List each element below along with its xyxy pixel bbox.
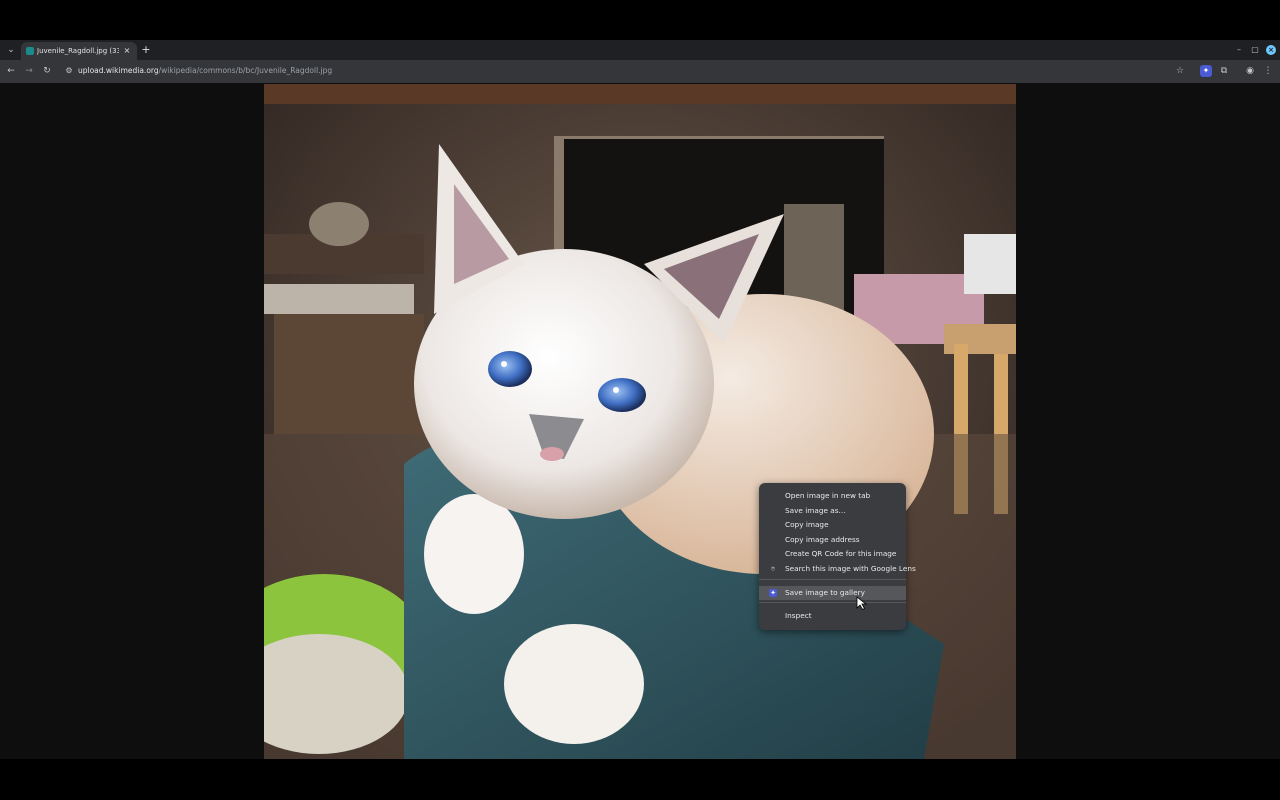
extension-gallery-icon: ✦: [769, 589, 777, 597]
site-info-tune-icon[interactable]: ⚙: [64, 66, 74, 76]
kitten-photo-drawing: [264, 84, 1016, 759]
tab-title: Juvenile_Ragdoll.jpg (3336×: [37, 47, 119, 55]
menu-item-label: Inspect: [785, 611, 812, 620]
url-path: /wikipedia/commons/b/bc/Juvenile_Ragdoll…: [158, 66, 333, 75]
bookmark-star-icon[interactable]: ☆: [1174, 65, 1186, 77]
new-tab-button[interactable]: +: [141, 43, 151, 57]
browser-toolbar: ← → ↻ ⚙ upload.wikimedia.org/wikipedia/c…: [0, 60, 1280, 83]
mouse-cursor-icon: [856, 596, 868, 610]
screen: ⌄ Juvenile_Ragdoll.jpg (3336× × + – ▢ × …: [0, 0, 1280, 800]
google-lens-icon: ⌾: [770, 565, 776, 573]
profile-icon[interactable]: ◉: [1244, 65, 1256, 77]
window-controls: – ▢ ×: [1234, 43, 1276, 57]
menu-item-copy-image[interactable]: Copy image: [759, 518, 906, 532]
forward-arrow-icon[interactable]: →: [23, 65, 35, 77]
menu-item-save-image-as[interactable]: Save image as...: [759, 504, 906, 518]
minimize-button[interactable]: –: [1234, 45, 1244, 55]
reload-icon[interactable]: ↻: [41, 65, 53, 77]
extension-gallery-icon[interactable]: ✦: [1200, 65, 1212, 77]
menu-item-label: Copy image: [785, 520, 829, 529]
tab-close-icon[interactable]: ×: [122, 45, 132, 57]
close-window-button[interactable]: ×: [1266, 45, 1276, 55]
tab-strip: ⌄ Juvenile_Ragdoll.jpg (3336× × + – ▢ ×: [0, 40, 1280, 60]
menu-item-inspect[interactable]: Inspect: [759, 609, 906, 623]
menu-separator: [759, 579, 906, 580]
kebab-menu-icon[interactable]: ⋮: [1262, 65, 1274, 77]
tab-search-chevron-down-icon[interactable]: ⌄: [4, 43, 18, 57]
extensions-puzzle-icon[interactable]: ⧉: [1218, 65, 1230, 77]
menu-item-create-qr-code[interactable]: Create QR Code for this image: [759, 547, 906, 561]
menu-item-label: Copy image address: [785, 534, 860, 544]
menu-item-label: Search this image with Google Lens: [785, 564, 916, 573]
address-bar[interactable]: upload.wikimedia.org/wikipedia/commons/b…: [78, 65, 332, 77]
menu-item-copy-image-address[interactable]: Copy image address: [759, 533, 906, 547]
menu-item-search-google-lens[interactable]: ⌾ Search this image with Google Lens: [759, 562, 916, 576]
context-menu: Open image in new tab Save image as... C…: [759, 483, 916, 630]
back-arrow-icon[interactable]: ←: [5, 65, 17, 77]
menu-item-label: Save image to gallery: [785, 588, 865, 597]
menu-separator: [759, 602, 906, 603]
url-host: upload.wikimedia.org: [78, 66, 159, 75]
menu-item-save-to-gallery[interactable]: ✦ Save image to gallery: [759, 586, 906, 600]
kitten-photo[interactable]: [264, 84, 1016, 759]
maximize-button[interactable]: ▢: [1250, 45, 1260, 55]
wikimedia-favicon-icon: [26, 47, 34, 55]
menu-item-label: Save image as...: [785, 505, 846, 515]
image-viewer: Open image in new tab Save image as... C…: [0, 83, 1280, 759]
menu-item-label: Open image in new tab: [785, 491, 871, 500]
menu-item-label: Create QR Code for this image: [785, 549, 897, 558]
menu-item-open-image-new-tab[interactable]: Open image in new tab: [759, 489, 906, 503]
tab-active[interactable]: Juvenile_Ragdoll.jpg (3336× ×: [21, 42, 137, 60]
